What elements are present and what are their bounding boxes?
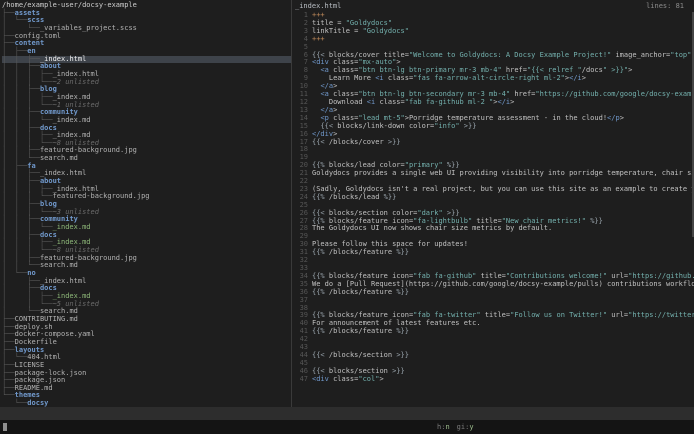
file-name: featured-background.jpg xyxy=(53,192,150,200)
code-text: (Sadly, Goldydocs isn't a real project, … xyxy=(312,185,694,193)
code-line: 41{{% /blocks/feature %}} xyxy=(295,328,694,336)
broot-terminal-window: /home/example-user/docsy-example ├──asse… xyxy=(0,0,694,434)
code-text: </div> xyxy=(312,130,337,138)
code-text: Learn More <i class="fas fa-arrow-alt-ci… xyxy=(312,74,586,82)
code-line: 47 <div class="col"> xyxy=(295,376,694,384)
code-text xyxy=(312,264,316,272)
code-line: 31{{% /blocks/feature %}} xyxy=(295,249,694,257)
code-text: {{% /blocks/lead %}} xyxy=(312,193,396,201)
line-number: 47 xyxy=(295,376,308,384)
tree-root-path[interactable]: /home/example-user/docsy-example xyxy=(2,2,291,10)
code-line: 32 xyxy=(295,257,694,265)
code-line: 15 {{< blocks/link-down color="info" >}} xyxy=(295,123,694,131)
code-text: +++ xyxy=(312,35,325,43)
code-text: {{% blocks/lead color="primary" %}} xyxy=(312,161,460,169)
code-text: <div class="col"> xyxy=(312,375,384,383)
code-text: {{% /blocks/feature %}} xyxy=(312,327,409,335)
code-text: +++ xyxy=(312,11,325,19)
tree-row[interactable]: │ │ └──search.md xyxy=(2,155,291,163)
file-name: _index.md xyxy=(53,223,91,231)
code-line: 37 xyxy=(295,297,694,305)
code-text: For announcement of latest features etc. xyxy=(312,319,481,327)
code-text: {{< blocks/link-down color="info" >}} xyxy=(312,122,476,130)
tree-row[interactable]: │ │ └──search.md xyxy=(2,262,291,270)
preview-filename: _index.html xyxy=(295,2,341,11)
code-text: {{% /blocks/feature %}} xyxy=(312,288,409,296)
tree-row[interactable]: ├──assets xyxy=(2,10,291,18)
file-name: search.md xyxy=(40,154,78,162)
code-list: 1+++2title = "Goldydocs"3linkTitle = "Go… xyxy=(295,12,694,384)
code-text: We do a [Pull Request](https://github.co… xyxy=(312,280,694,288)
code-text: {{% blocks/feature icon="fab fa-github" … xyxy=(312,272,694,280)
code-text xyxy=(312,177,316,185)
code-line: 28The Goldydocs UI now shows chair size … xyxy=(295,225,694,233)
code-text: </a> xyxy=(312,106,337,114)
code-text: {{% blocks/feature icon="fa-lightbulb" t… xyxy=(312,217,603,225)
code-text: <div class="mx-auto"> xyxy=(312,58,401,66)
code-text: Goldydocs provides a single web UI provi… xyxy=(312,169,694,177)
unlisted-count: ~2 unlisted xyxy=(53,78,99,86)
code-line: 24{{% /blocks/lead %}} xyxy=(295,194,694,202)
code-text: The Goldydocs UI now shows chair size me… xyxy=(312,224,552,232)
code-line: 42 xyxy=(295,336,694,344)
code-text: <a class="btn btn-lg btn-secondary mr-3 … xyxy=(312,90,694,98)
flag-gi: gi:y xyxy=(457,423,481,431)
preview-header: _index.html lines: 81 xyxy=(295,2,694,11)
code-line: 17{{< /blocks/cover >}} xyxy=(295,139,694,147)
code-text xyxy=(312,304,316,312)
code-text: {{< blocks/section color="dark" >}} xyxy=(312,209,460,217)
code-text: <a class="btn btn-lg btn-primary mr-3 mb… xyxy=(312,66,632,74)
file-tree-panel: /home/example-user/docsy-example ├──asse… xyxy=(0,0,291,407)
code-text xyxy=(312,145,316,153)
tree-row[interactable]: └──docsy xyxy=(2,400,291,407)
code-text: {{< blocks/section >}} xyxy=(312,367,405,375)
code-text: {{% /blocks/feature %}} xyxy=(312,248,409,256)
code-text xyxy=(312,296,316,304)
code-line: 44{{< /blocks/section >}} xyxy=(295,352,694,360)
code-text: {{< blocks/cover title="Welcome to Goldy… xyxy=(312,51,694,59)
code-text xyxy=(312,343,316,351)
code-text: Please follow this space for updates! xyxy=(312,240,468,248)
tree-row[interactable]: ├──config.toml xyxy=(2,33,291,41)
code-line: 3linkTitle = "Goldydocs" xyxy=(295,28,694,36)
flag-h: h:n xyxy=(437,423,457,431)
tree-row[interactable]: ├──README.md xyxy=(2,385,291,393)
code-text: Download <i class="fab fa-github ml-2 ">… xyxy=(312,98,514,106)
code-text: title = "Goldydocs" xyxy=(312,19,392,27)
code-text xyxy=(312,335,316,343)
code-text: linkTitle = "Goldydocs" xyxy=(312,27,409,35)
file-name: _index.md xyxy=(53,116,91,124)
code-line: 9 Learn More <i class="fas fa-arrow-alt-… xyxy=(295,75,694,83)
folder-name: docsy xyxy=(27,399,48,407)
panels-container: /home/example-user/docsy-example ├──asse… xyxy=(0,0,694,407)
code-line: 18 xyxy=(295,146,694,154)
text-cursor-icon xyxy=(3,423,7,431)
code-text: </a> xyxy=(312,82,337,90)
command-input-bar[interactable]: h:ngi:y xyxy=(0,420,694,434)
tree-row[interactable]: ├──Dockerfile xyxy=(2,339,291,347)
code-text xyxy=(312,256,316,264)
code-text: {{% blocks/feature icon="fab fa-twitter"… xyxy=(312,311,694,319)
mode-flags: h:ngi:y xyxy=(437,420,481,434)
tree-row[interactable]: ├──content xyxy=(2,40,291,48)
preview-line-count: lines: 81 xyxy=(646,2,684,11)
preview-panel: _index.html lines: 81 1+++2title = "Gold… xyxy=(291,0,694,407)
code-text: <p class="lead mt-5">Porridge temperatur… xyxy=(312,114,624,122)
code-text xyxy=(312,153,316,161)
tree-row[interactable]: │ └──404.html xyxy=(2,354,291,362)
code-text xyxy=(312,359,316,367)
code-text xyxy=(312,43,316,51)
tree-list: ├──assets│ └──scss│ └──_variables_projec… xyxy=(2,10,291,407)
code-text xyxy=(312,201,316,209)
code-line: 4+++ xyxy=(295,36,694,44)
code-line: 12 Download <i class="fab fa-github ml-2… xyxy=(295,99,694,107)
code-text: {{< /blocks/section >}} xyxy=(312,351,409,359)
code-text: {{< /blocks/cover >}} xyxy=(312,138,401,146)
code-line: 36{{% /blocks/feature %}} xyxy=(295,289,694,297)
status-bar: Hit enter to open the file, alt-enter to… xyxy=(0,407,694,420)
code-text xyxy=(312,232,316,240)
code-line: 21Goldydocs provides a single web UI pro… xyxy=(295,170,694,178)
file-name: search.md xyxy=(40,261,78,269)
tree-guide-lines: └── xyxy=(2,399,27,407)
